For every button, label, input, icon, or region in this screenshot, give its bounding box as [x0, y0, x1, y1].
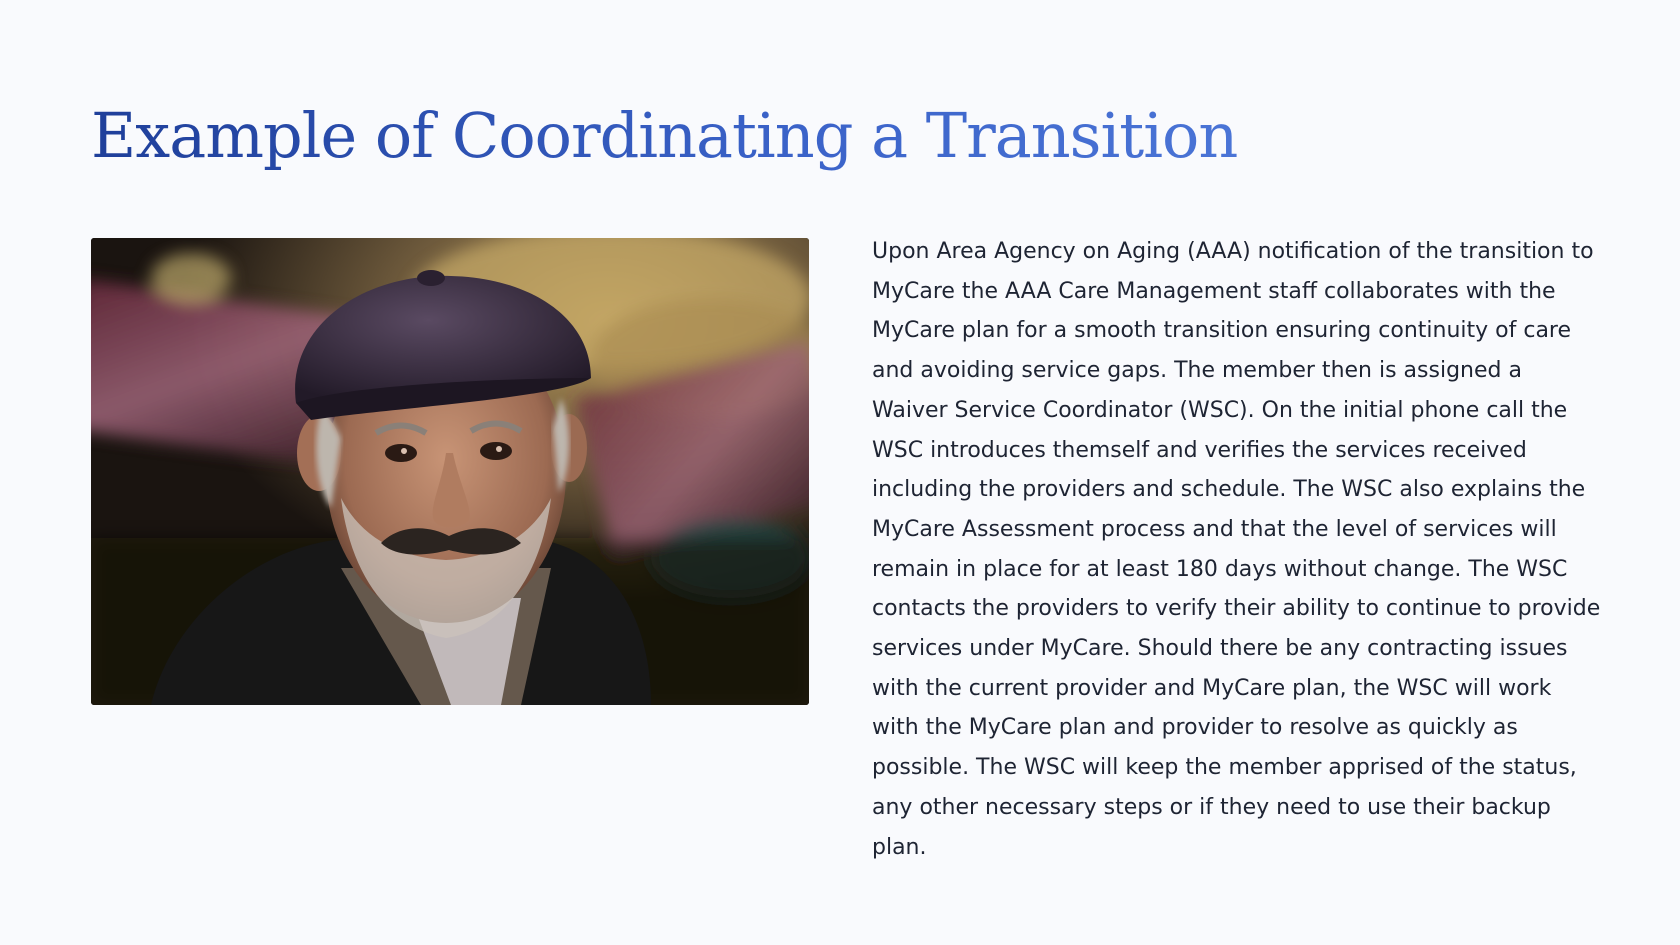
slide: Example of Coordinating a Transition Upo… — [0, 0, 1680, 945]
slide-title: Example of Coordinating a Transition — [91, 96, 1238, 176]
photo-illustration — [91, 238, 809, 705]
transition-description: Upon Area Agency on Aging (AAA) notifica… — [872, 239, 1601, 860]
elderly-man-photo — [91, 238, 809, 705]
